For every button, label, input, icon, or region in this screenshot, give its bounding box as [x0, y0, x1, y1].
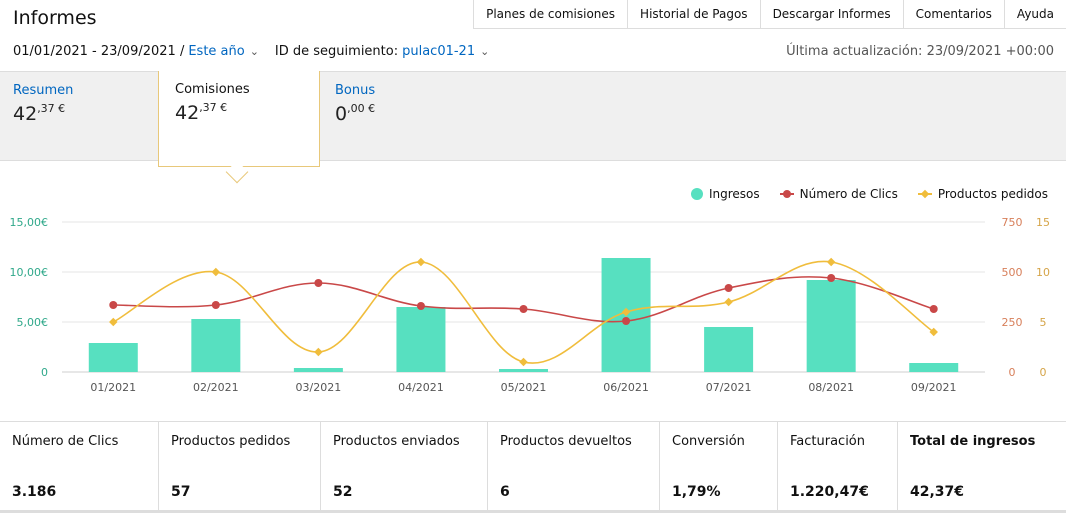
bonus-value: 0,00 €: [335, 102, 376, 125]
metric-productos-devueltos: Productos devueltos 6: [488, 422, 660, 510]
tracking-id-dropdown[interactable]: pulac01-21: [402, 44, 475, 59]
point-pedidos: [724, 297, 733, 307]
legend-ingresos-swatch: [690, 188, 703, 200]
top-navigation: Planes de comisiones Historial de Pagos …: [473, 0, 1066, 29]
tab-resumen-label[interactable]: Resumen: [13, 83, 73, 98]
bar-ingresos: [909, 363, 959, 372]
bar-ingresos: [396, 307, 446, 372]
legend-pedidos-swatch: [917, 189, 932, 199]
point-clics: [416, 302, 425, 310]
left-axis-tick-label: 15,00€: [10, 216, 49, 229]
bar-ingresos: [88, 343, 138, 372]
nav-planes-comisiones[interactable]: Planes de comisiones: [474, 0, 629, 28]
x-axis-tick-label: 08/2021: [808, 381, 854, 394]
x-axis-tick-label: 02/2021: [193, 381, 239, 394]
bar-ingresos: [806, 280, 856, 372]
date-range: 01/01/2021 - 23/09/2021 /: [13, 44, 185, 59]
nav-historial-pagos[interactable]: Historial de Pagos: [628, 0, 761, 28]
bar-ingresos: [293, 368, 343, 372]
point-clics: [211, 301, 220, 309]
right-axis-tick-label: 750: [1002, 216, 1023, 229]
tab-bonus-label[interactable]: Bonus: [335, 83, 375, 98]
tab-bonus[interactable]: Bonus 0,00 €: [335, 72, 375, 125]
bar-ingresos: [499, 369, 548, 372]
left-axis-tick-label: 0: [41, 366, 48, 379]
left-axis-tick-label: 5,00€: [17, 316, 49, 329]
point-clics: [314, 279, 323, 287]
point-pedidos: [314, 347, 323, 357]
comisiones-value: 42,37 €: [175, 101, 228, 124]
point-clics: [519, 305, 528, 313]
point-pedidos: [416, 257, 426, 267]
tracking-id-label: ID de seguimiento:: [274, 44, 399, 59]
bar-ingresos: [191, 319, 241, 372]
metric-total-ingresos: Total de ingresos 42,37€: [910, 434, 1036, 500]
legend-pedidos[interactable]: Productos pedidos: [917, 187, 1048, 201]
right-axis-tick-label: 250: [1002, 316, 1023, 329]
right-axis-tick-label: 0: [1009, 366, 1016, 379]
resumen-value: 42,37 €: [13, 102, 66, 125]
point-clics: [929, 305, 938, 313]
period-dropdown[interactable]: Este año: [188, 44, 244, 59]
x-axis-tick-label: 07/2021: [706, 381, 752, 394]
tab-resumen[interactable]: Resumen 42,37 €: [13, 72, 73, 125]
right2-axis-tick-label: 15: [1036, 216, 1050, 229]
filter-bar: 01/01/2021 - 23/09/2021 / Este año ⌄ ID …: [13, 44, 505, 59]
point-clics: [724, 284, 733, 292]
legend-ingresos[interactable]: Ingresos: [690, 187, 760, 201]
x-axis-tick-label: 09/2021: [911, 381, 957, 394]
right2-axis-tick-label: 5: [1040, 316, 1047, 329]
x-axis-tick-label: 01/2021: [90, 381, 136, 394]
page-title: Informes: [13, 7, 97, 29]
revenue-chart: 0 0 0 5,00€ 250 5 10,00€ 500 10 15,00€ 750 15 01/202…: [10, 216, 1051, 394]
chevron-down-icon[interactable]: ⌄: [480, 45, 489, 58]
nav-ayuda[interactable]: Ayuda: [1005, 0, 1066, 28]
metric-productos-pedidos: Productos pedidos 57: [159, 422, 321, 510]
legend-clics[interactable]: Número de Clics: [779, 187, 898, 201]
x-axis-tick-label: 03/2021: [296, 381, 342, 394]
point-pedidos: [519, 357, 528, 367]
tab-comisiones[interactable]: Comisiones 42,37 €: [158, 71, 320, 167]
last-updated: Última actualización: 23/09/2021 +00:00: [786, 44, 1054, 59]
x-axis-tick-label: 06/2021: [603, 381, 649, 394]
nav-comentarios[interactable]: Comentarios: [904, 0, 1005, 28]
metric-facturacion: Facturación 1.220,47€: [778, 422, 898, 510]
chevron-down-icon[interactable]: ⌄: [250, 45, 259, 58]
metric-clics: Número de Clics 3.186: [0, 422, 159, 510]
chart-legend: Ingresos Número de Clics Productos pedid…: [671, 187, 1048, 201]
metric-productos-enviados: Productos enviados 52: [321, 422, 488, 510]
point-pedidos: [826, 257, 836, 267]
right-axis-tick-label: 500: [1002, 266, 1023, 279]
point-clics: [109, 301, 118, 309]
point-clics: [622, 317, 631, 325]
metric-conversion: Conversión 1,79%: [660, 422, 778, 510]
point-clics: [827, 274, 836, 282]
left-axis-tick-label: 10,00€: [10, 266, 49, 279]
legend-clics-swatch: [779, 190, 794, 198]
bar-ingresos: [704, 327, 754, 372]
x-axis-tick-label: 05/2021: [501, 381, 547, 394]
nav-descargar-informes[interactable]: Descargar Informes: [761, 0, 904, 28]
point-pedidos: [211, 267, 221, 277]
right2-axis-tick-label: 0: [1040, 366, 1047, 379]
metrics-row: Número de Clics 3.186 Productos pedidos …: [0, 421, 1066, 513]
x-axis-tick-label: 04/2021: [398, 381, 444, 394]
tab-comisiones-label: Comisiones: [175, 82, 250, 97]
right2-axis-tick-label: 10: [1036, 266, 1050, 279]
point-pedidos: [109, 317, 118, 327]
